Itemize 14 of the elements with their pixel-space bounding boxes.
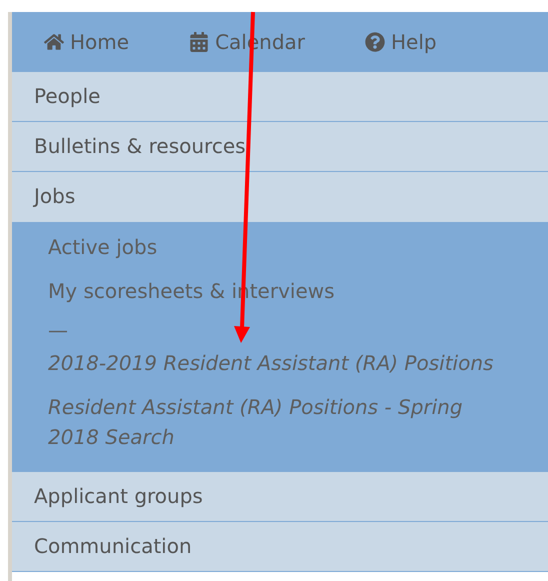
help-icon (365, 32, 385, 52)
calendar-icon (189, 32, 210, 52)
menu-item[interactable]: Bulletins & resources (12, 122, 548, 172)
nav-link[interactable]: Help (365, 30, 437, 54)
menu-item[interactable]: Communication (12, 522, 548, 572)
menu-item[interactable]: Applicant groups (12, 472, 548, 522)
separator-dash: — (47, 317, 69, 344)
submenu-link[interactable]: Active jobs (12, 228, 548, 266)
job-link[interactable]: 2018-2019 Resident Assistant (RA) Positions (12, 344, 548, 382)
menu-item[interactable]: People (12, 72, 548, 122)
house-icon (44, 32, 64, 52)
nav-link[interactable]: Home (44, 30, 130, 54)
job-link[interactable]: Resident Assistant (RA) Positions - Spring 2018 Search (12, 388, 548, 456)
menu-item[interactable]: Jobs (12, 172, 548, 222)
